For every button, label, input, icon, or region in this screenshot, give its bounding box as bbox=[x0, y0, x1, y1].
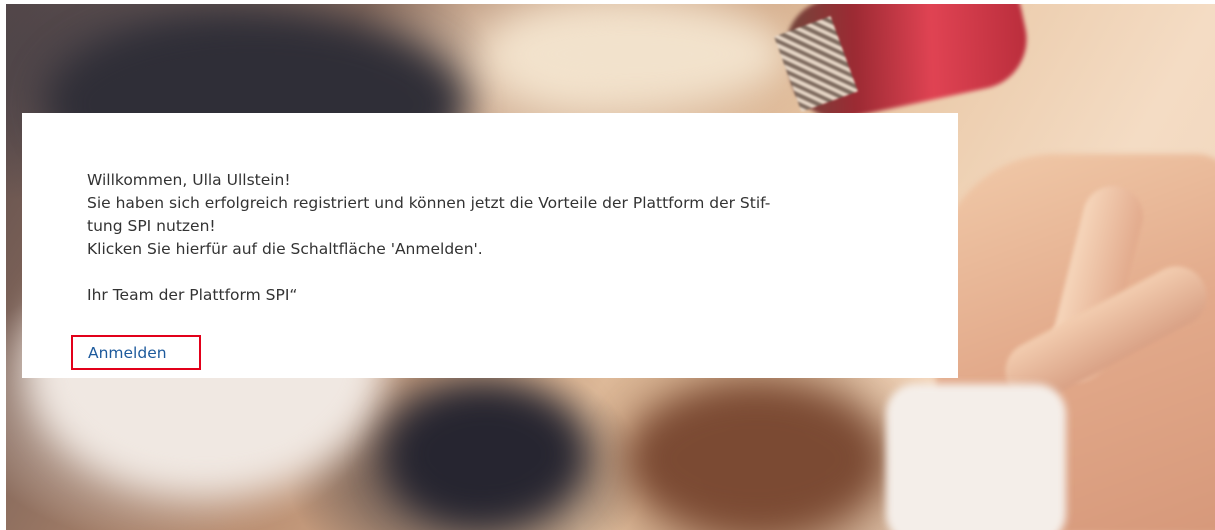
page: Willkommen, Ulla Ullstein! Sie haben sic… bbox=[0, 0, 1215, 530]
blurred-dark-shape bbox=[386, 384, 586, 524]
greeting-text: Willkommen, Ulla Ullstein! bbox=[87, 171, 291, 189]
welcome-message-card: Willkommen, Ulla Ullstein! Sie haben sic… bbox=[22, 113, 958, 378]
registration-success-text-continued: tung SPI nutzen! bbox=[87, 217, 216, 235]
login-link[interactable]: Anmelden bbox=[88, 342, 167, 364]
sleeve bbox=[886, 384, 1066, 530]
login-link-highlight: Anmelden bbox=[71, 335, 201, 370]
blurred-light-area bbox=[486, 4, 786, 104]
registration-success-text: Sie haben sich erfolgreich registriert u… bbox=[87, 194, 771, 212]
blurred-skin-shadow bbox=[626, 384, 886, 530]
login-instruction-text: Klicken Sie hierfür auf die Schaltfläche… bbox=[87, 240, 483, 258]
signature-text: Ihr Team der Plattform SPI“ bbox=[87, 286, 298, 304]
